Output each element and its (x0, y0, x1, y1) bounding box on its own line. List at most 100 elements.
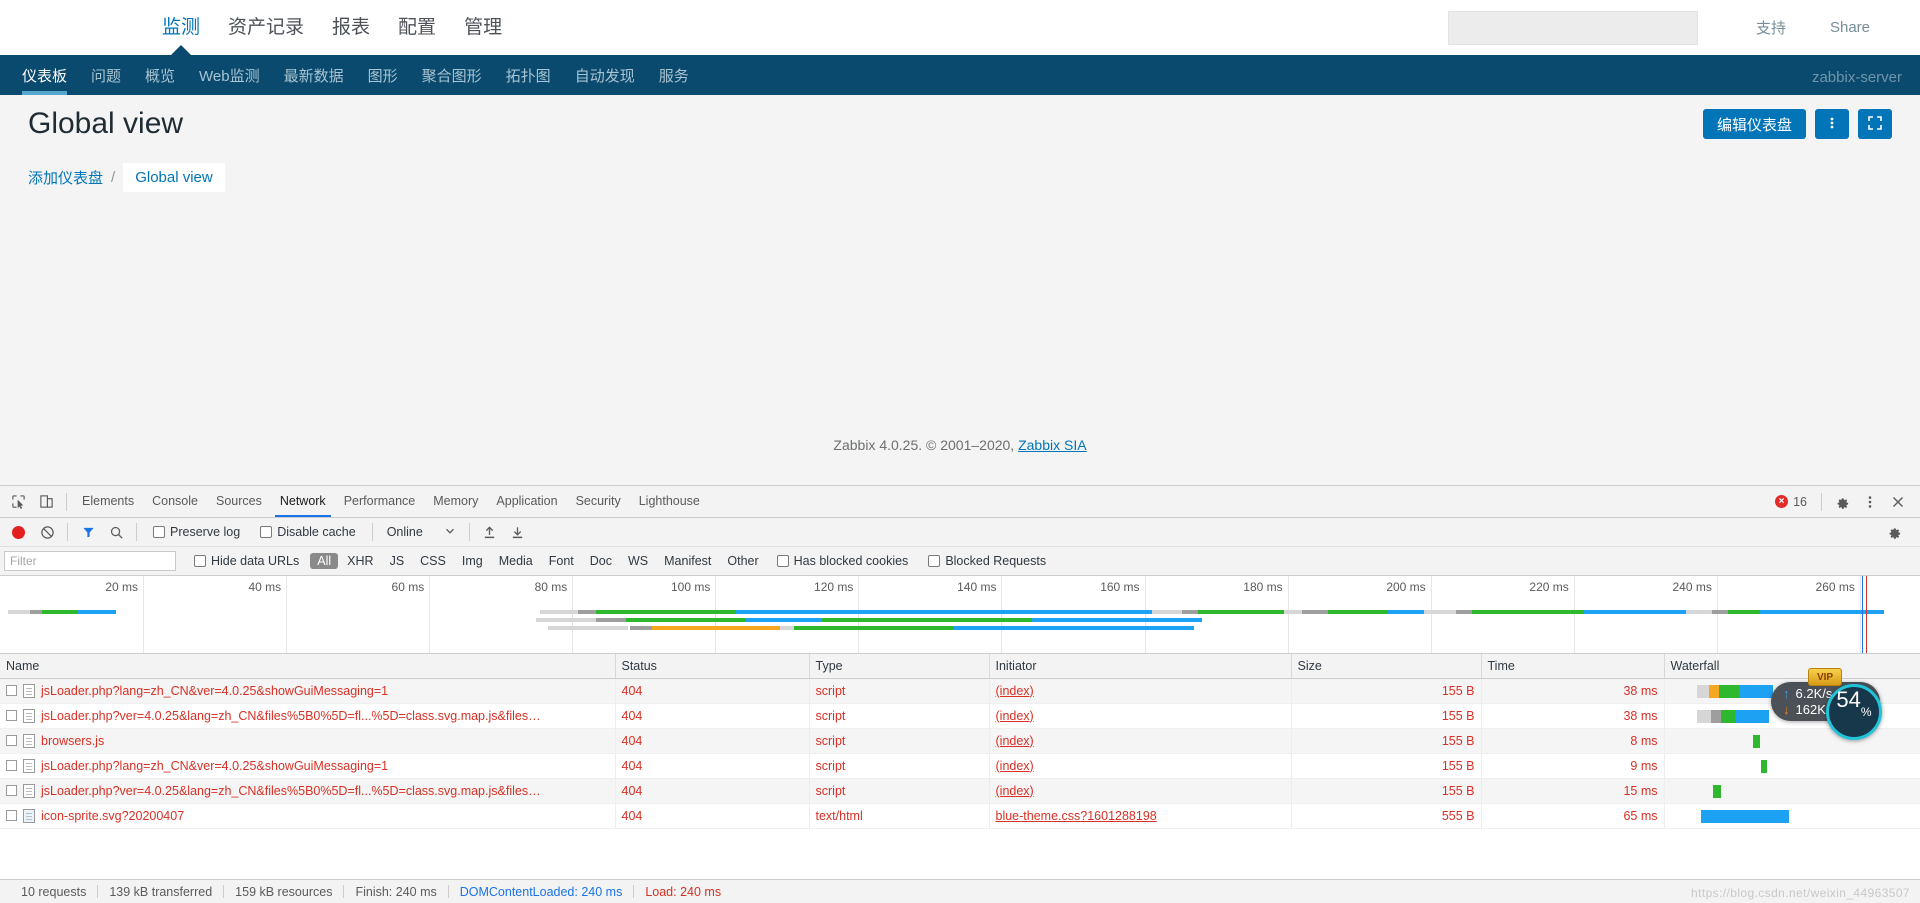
initiator-link[interactable]: blue-theme.css?1601288198 (996, 809, 1157, 823)
tab-elements[interactable]: Elements (73, 486, 143, 517)
subnav-item-screens[interactable]: 聚合图形 (410, 65, 494, 95)
network-filter-input[interactable] (5, 552, 175, 570)
column-header-type[interactable]: Type (809, 654, 990, 679)
type-filter-ws[interactable]: WS (621, 553, 655, 569)
type-filter-font[interactable]: Font (542, 553, 581, 569)
column-header-size[interactable]: Size (1291, 654, 1482, 679)
menu-item-configuration[interactable]: 配置 (384, 0, 450, 55)
type-filter-doc[interactable]: Doc (583, 553, 619, 569)
subnav-item-maps[interactable]: 拓扑图 (494, 65, 563, 95)
column-header-status[interactable]: Status (615, 654, 810, 679)
type-filter-all[interactable]: All (310, 553, 339, 569)
initiator-link[interactable]: (index) (996, 784, 1034, 798)
tab-security[interactable]: Security (567, 486, 630, 517)
initiator-link[interactable]: (index) (996, 709, 1034, 723)
clear-network-log-icon[interactable] (33, 519, 61, 545)
initiator-link[interactable]: (index) (996, 684, 1034, 698)
edit-dashboard-button[interactable]: 编辑仪表盘 (1702, 109, 1806, 139)
throttling-dropdown[interactable]: Online (387, 525, 455, 539)
row-select-checkbox[interactable] (6, 735, 17, 746)
menu-item-inventory[interactable]: 资产记录 (214, 0, 318, 55)
row-select-checkbox[interactable] (6, 685, 17, 696)
cell-initiator[interactable]: blue-theme.css?1601288198 (989, 803, 1292, 829)
breadcrumb-add-dashboard[interactable]: 添加仪表盘 (28, 167, 103, 188)
subnav-item-overview[interactable]: 概览 (133, 65, 187, 95)
row-select-checkbox[interactable] (6, 810, 17, 821)
network-speed-widget[interactable]: VIP ↑ 6.2K/s ↓ 162K/s 54% (1771, 668, 1882, 740)
subnav-item-web-monitoring[interactable]: Web监测 (187, 65, 272, 95)
settings-gear-icon[interactable] (1828, 489, 1856, 515)
network-overview-timeline[interactable]: 20 ms 40 ms 60 ms 80 ms 100 ms 120 ms 140 ms 16… (0, 576, 1920, 654)
column-header-time[interactable]: Time (1481, 654, 1665, 679)
inspect-element-icon[interactable] (4, 489, 32, 515)
type-filter-other[interactable]: Other (720, 553, 765, 569)
has-blocked-cookies-checkbox[interactable]: Has blocked cookies (776, 554, 908, 568)
tab-console[interactable]: Console (143, 486, 207, 517)
row-select-checkbox[interactable] (6, 710, 17, 721)
cell-name[interactable]: browsers.js (0, 728, 616, 754)
cell-name[interactable]: jsLoader.php?ver=4.0.25&lang=zh_CN&files… (0, 778, 616, 804)
cell-initiator[interactable]: (index) (989, 728, 1292, 754)
row-select-checkbox[interactable] (6, 760, 17, 771)
tab-memory[interactable]: Memory (424, 486, 487, 517)
close-devtools-icon[interactable] (1884, 489, 1912, 515)
import-har-icon[interactable] (476, 519, 504, 545)
subnav-item-dashboard[interactable]: 仪表板 (10, 65, 79, 95)
type-filter-manifest[interactable]: Manifest (657, 553, 718, 569)
cell-name[interactable]: jsLoader.php?ver=4.0.25&lang=zh_CN&files… (0, 703, 616, 729)
disable-cache-checkbox[interactable]: Disable cache (260, 525, 356, 539)
cpu-usage-dial[interactable]: 54% (1826, 684, 1882, 740)
footer-zabbix-sia-link[interactable]: Zabbix SIA (1018, 437, 1086, 453)
export-har-icon[interactable] (504, 519, 532, 545)
cell-initiator[interactable]: (index) (989, 753, 1292, 779)
tab-network[interactable]: Network (271, 486, 335, 517)
search-icon[interactable] (102, 519, 130, 545)
table-row[interactable]: jsLoader.php?ver=4.0.25&lang=zh_CN&files… (0, 703, 1920, 729)
subnav-item-problems[interactable]: 问题 (79, 65, 133, 95)
cell-initiator[interactable]: (index) (989, 703, 1292, 729)
table-row[interactable]: jsLoader.php?ver=4.0.25&lang=zh_CN&files… (0, 778, 1920, 804)
initiator-link[interactable]: (index) (996, 759, 1034, 773)
subnav-item-latest-data[interactable]: 最新数据 (272, 65, 356, 95)
table-row[interactable]: icon-sprite.svg?20200407 404 text/html blue… (0, 803, 1920, 829)
preserve-log-checkbox[interactable]: Preserve log (153, 525, 240, 539)
table-row[interactable]: browsers.js 404 script (index) 155 B8 ms (0, 728, 1920, 754)
type-filter-js[interactable]: JS (383, 553, 412, 569)
subnav-item-graphs[interactable]: 图形 (356, 65, 410, 95)
table-row[interactable]: jsLoader.php?lang=zh_CN&ver=4.0.25&showG… (0, 753, 1920, 779)
cell-name[interactable]: jsLoader.php?lang=zh_CN&ver=4.0.25&showG… (0, 678, 616, 704)
menu-item-administration[interactable]: 管理 (450, 0, 516, 55)
column-header-initiator[interactable]: Initiator (989, 654, 1292, 679)
share-link[interactable]: Share (1808, 19, 1892, 36)
subnav-item-discovery[interactable]: 自动发现 (563, 65, 647, 95)
cell-name[interactable]: jsLoader.php?lang=zh_CN&ver=4.0.25&showG… (0, 753, 616, 779)
network-filter-box[interactable] (4, 551, 176, 571)
initiator-link[interactable]: (index) (996, 734, 1034, 748)
table-row[interactable]: jsLoader.php?lang=zh_CN&ver=4.0.25&showG… (0, 678, 1920, 704)
filter-funnel-icon[interactable] (74, 519, 102, 545)
tab-lighthouse[interactable]: Lighthouse (630, 486, 709, 517)
menu-item-reports[interactable]: 报表 (318, 0, 384, 55)
tab-sources[interactable]: Sources (207, 486, 271, 517)
tab-performance[interactable]: Performance (335, 486, 425, 517)
global-search-box[interactable] (1447, 10, 1698, 45)
fullscreen-button[interactable] (1858, 109, 1892, 139)
column-header-waterfall[interactable]: Waterfall (1664, 654, 1920, 679)
type-filter-xhr[interactable]: XHR (340, 553, 380, 569)
hide-data-urls-checkbox[interactable]: Hide data URLs (194, 554, 299, 568)
type-filter-media[interactable]: Media (492, 553, 540, 569)
breadcrumb-current-dashboard[interactable]: Global view (123, 163, 225, 192)
column-header-name[interactable]: Name (0, 654, 616, 679)
cell-name[interactable]: icon-sprite.svg?20200407 (0, 803, 616, 829)
dashboard-actions-button[interactable] (1815, 109, 1849, 139)
record-network-log-button[interactable] (12, 525, 25, 539)
type-filter-css[interactable]: CSS (413, 553, 453, 569)
type-filter-img[interactable]: Img (455, 553, 490, 569)
support-link[interactable]: 支持 (1734, 17, 1808, 38)
global-search-input[interactable] (1448, 11, 1697, 44)
devtools-more-menu-icon[interactable] (1856, 489, 1884, 515)
row-select-checkbox[interactable] (6, 785, 17, 796)
cell-initiator[interactable]: (index) (989, 678, 1292, 704)
device-toolbar-icon[interactable] (32, 489, 60, 515)
tab-application[interactable]: Application (487, 486, 566, 517)
